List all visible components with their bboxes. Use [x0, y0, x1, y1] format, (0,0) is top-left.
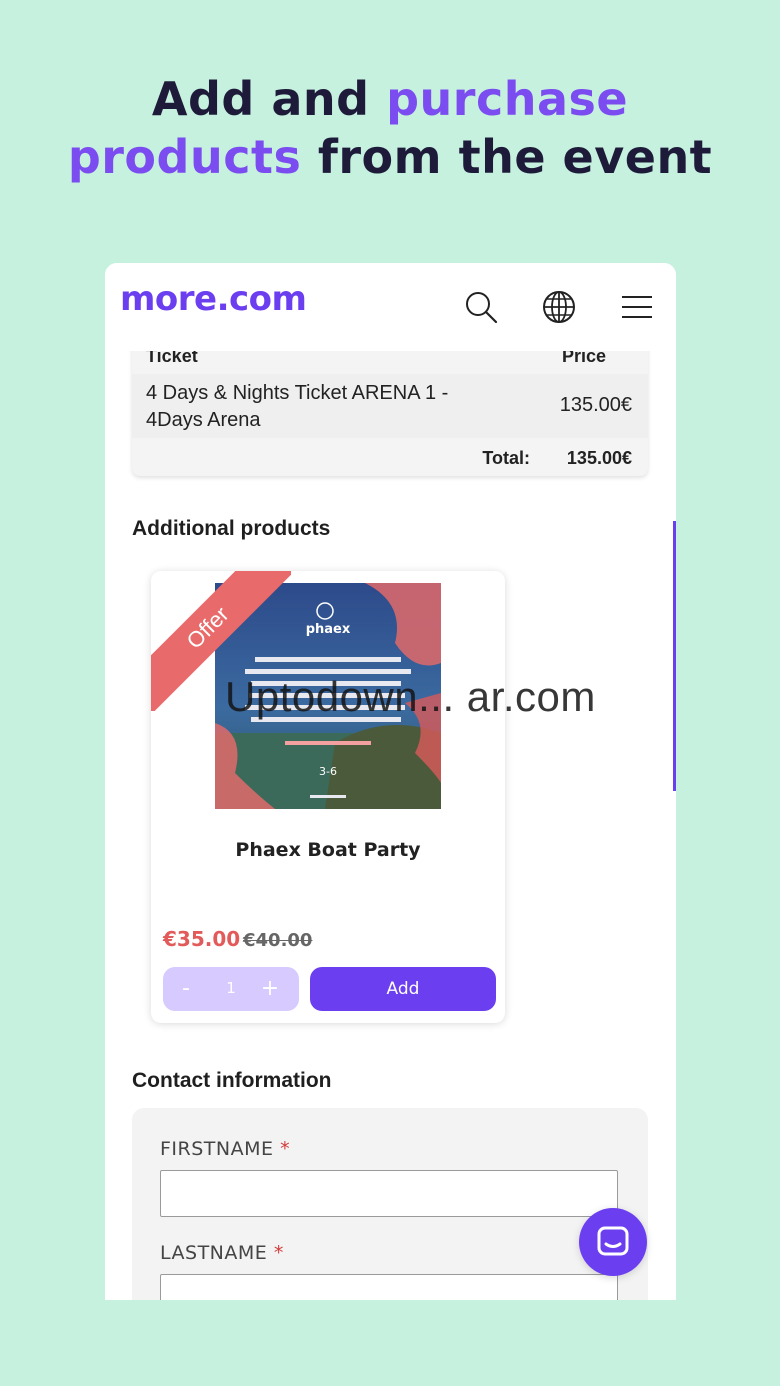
original-price: €40.00	[243, 930, 313, 951]
sale-price: €35.00	[163, 927, 241, 951]
increase-quantity-button[interactable]: +	[255, 975, 285, 1003]
lastname-field[interactable]	[160, 1274, 618, 1300]
product-name: Phaex Boat Party	[235, 839, 421, 861]
add-button[interactable]: Add	[310, 967, 496, 1011]
phone-screen: Ticket Price 4 Days & Nights Ticket AREN…	[105, 263, 676, 1300]
total-value: 135.00€	[566, 448, 632, 468]
contact-information-title: Contact information	[132, 1069, 332, 1092]
logo[interactable]: more.com	[120, 279, 307, 319]
top-navigation: more.com	[105, 263, 676, 351]
total-label: Total:	[482, 448, 530, 468]
required-mark: *	[280, 1138, 291, 1160]
svg-text:phaex: phaex	[306, 622, 351, 637]
headline-line-1: Add and purchase	[0, 70, 780, 128]
ticket-item-price: 135.00€	[559, 394, 632, 416]
ticket-row: 4 Days & Nights Ticket ARENA 1 - 4Days A…	[132, 374, 648, 438]
required-mark: *	[273, 1242, 284, 1264]
additional-products-title: Additional products	[132, 517, 331, 540]
firstname-label-text: FIRSTNAME	[160, 1138, 274, 1160]
headline-accent-2: products	[67, 130, 302, 184]
lastname-label-text: LASTNAME	[160, 1242, 268, 1264]
ticket-summary: Ticket Price 4 Days & Nights Ticket AREN…	[132, 338, 648, 476]
svg-text:3-6: 3-6	[319, 765, 337, 778]
firstname-field[interactable]	[160, 1170, 618, 1217]
headline: Add and purchase products from the event	[0, 70, 780, 186]
contact-form: FIRSTNAME * LASTNAME *	[132, 1108, 648, 1300]
scrollbar[interactable]	[673, 521, 676, 791]
decrease-quantity-button[interactable]: -	[171, 975, 201, 1003]
quantity-value[interactable]: 1	[215, 979, 247, 997]
headline-plain-1: Add and	[151, 72, 387, 126]
headline-line-2: products from the event	[0, 128, 780, 186]
ticket-item-name: 4 Days & Nights Ticket ARENA 1 - 4Days A…	[146, 382, 449, 431]
headline-accent-1: purchase	[386, 72, 629, 126]
globe-icon[interactable]	[541, 289, 577, 325]
search-icon[interactable]	[463, 289, 499, 325]
firstname-label: FIRSTNAME *	[160, 1138, 290, 1160]
product-card[interactable]: Offer phaex 3-6 Phaex Boat Party €35.00 …	[151, 571, 505, 1023]
menu-icon[interactable]	[619, 289, 655, 325]
quantity-stepper: - 1 +	[163, 967, 299, 1011]
lastname-label: LASTNAME *	[160, 1242, 284, 1264]
watermark-text: Uptodown... ar.com	[225, 673, 596, 720]
chat-icon	[597, 1226, 629, 1256]
headline-plain-2: from the event	[301, 130, 713, 184]
chat-button[interactable]	[579, 1208, 647, 1276]
